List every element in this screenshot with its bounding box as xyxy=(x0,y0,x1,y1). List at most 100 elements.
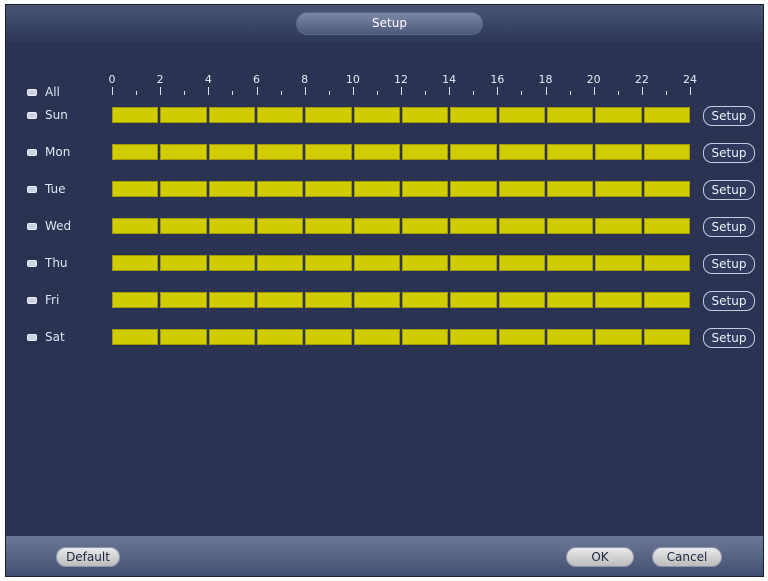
schedule-segment[interactable] xyxy=(305,144,352,160)
day-toggle-fri[interactable]: Fri xyxy=(27,292,59,308)
checkbox[interactable] xyxy=(27,333,37,341)
schedule-segment[interactable] xyxy=(208,107,255,123)
schedule-bar-sun[interactable] xyxy=(112,107,690,123)
schedule-segment[interactable] xyxy=(208,181,255,197)
checkbox[interactable] xyxy=(27,296,37,304)
schedule-segment[interactable] xyxy=(595,292,642,308)
schedule-segment[interactable] xyxy=(450,144,497,160)
schedule-segment[interactable] xyxy=(401,218,449,234)
schedule-segment[interactable] xyxy=(353,144,400,160)
schedule-segment[interactable] xyxy=(643,107,690,123)
schedule-segment[interactable] xyxy=(208,218,255,234)
day-toggle-mon[interactable]: Mon xyxy=(27,144,70,160)
schedule-segment[interactable] xyxy=(160,144,207,160)
schedule-segment[interactable] xyxy=(595,181,642,197)
schedule-segment[interactable] xyxy=(353,292,400,308)
schedule-segment[interactable] xyxy=(546,292,594,308)
schedule-bar-wed[interactable] xyxy=(112,218,690,234)
day-toggle-thu[interactable]: Thu xyxy=(27,255,68,271)
schedule-segment[interactable] xyxy=(112,255,159,271)
schedule-segment[interactable] xyxy=(401,181,449,197)
schedule-segment[interactable] xyxy=(256,255,304,271)
schedule-segment[interactable] xyxy=(546,107,594,123)
day-toggle-sat[interactable]: Sat xyxy=(27,329,65,345)
schedule-segment[interactable] xyxy=(643,181,690,197)
schedule-segment[interactable] xyxy=(643,218,690,234)
schedule-segment[interactable] xyxy=(595,144,642,160)
schedule-segment[interactable] xyxy=(498,255,545,271)
schedule-segment[interactable] xyxy=(450,292,497,308)
schedule-segment[interactable] xyxy=(305,181,352,197)
schedule-segment[interactable] xyxy=(112,107,159,123)
schedule-segment[interactable] xyxy=(353,107,400,123)
schedule-segment[interactable] xyxy=(595,107,642,123)
schedule-segment[interactable] xyxy=(256,329,304,345)
schedule-bar-thu[interactable] xyxy=(112,255,690,271)
default-button[interactable]: Default xyxy=(56,547,120,567)
day-toggle-wed[interactable]: Wed xyxy=(27,218,71,234)
schedule-bar-mon[interactable] xyxy=(112,144,690,160)
schedule-segment[interactable] xyxy=(546,181,594,197)
schedule-segment[interactable] xyxy=(160,107,207,123)
checkbox[interactable] xyxy=(27,222,37,230)
schedule-segment[interactable] xyxy=(160,329,207,345)
schedule-segment[interactable] xyxy=(256,181,304,197)
schedule-segment[interactable] xyxy=(353,218,400,234)
schedule-segment[interactable] xyxy=(595,329,642,345)
schedule-segment[interactable] xyxy=(643,329,690,345)
checkbox[interactable] xyxy=(27,148,37,156)
checkbox[interactable] xyxy=(27,88,37,96)
schedule-segment[interactable] xyxy=(450,329,497,345)
schedule-segment[interactable] xyxy=(595,255,642,271)
schedule-segment[interactable] xyxy=(353,329,400,345)
schedule-segment[interactable] xyxy=(353,255,400,271)
schedule-segment[interactable] xyxy=(208,292,255,308)
schedule-segment[interactable] xyxy=(112,181,159,197)
setup-button-tue[interactable]: Setup xyxy=(703,180,755,200)
schedule-segment[interactable] xyxy=(643,255,690,271)
checkbox[interactable] xyxy=(27,111,37,119)
setup-button-mon[interactable]: Setup xyxy=(703,143,755,163)
all-days-toggle[interactable]: All xyxy=(27,84,60,100)
schedule-segment[interactable] xyxy=(208,144,255,160)
schedule-segment[interactable] xyxy=(643,292,690,308)
schedule-segment[interactable] xyxy=(498,144,545,160)
ok-button[interactable]: OK xyxy=(566,547,634,567)
schedule-segment[interactable] xyxy=(256,144,304,160)
schedule-segment[interactable] xyxy=(160,292,207,308)
schedule-segment[interactable] xyxy=(498,181,545,197)
schedule-segment[interactable] xyxy=(643,144,690,160)
schedule-segment[interactable] xyxy=(401,255,449,271)
schedule-segment[interactable] xyxy=(546,218,594,234)
schedule-segment[interactable] xyxy=(160,255,207,271)
setup-button-thu[interactable]: Setup xyxy=(703,254,755,274)
schedule-segment[interactable] xyxy=(305,255,352,271)
checkbox[interactable] xyxy=(27,185,37,193)
schedule-segment[interactable] xyxy=(450,181,497,197)
schedule-segment[interactable] xyxy=(498,107,545,123)
schedule-segment[interactable] xyxy=(353,181,400,197)
schedule-segment[interactable] xyxy=(305,329,352,345)
schedule-segment[interactable] xyxy=(112,144,159,160)
schedule-segment[interactable] xyxy=(498,218,545,234)
schedule-segment[interactable] xyxy=(208,329,255,345)
setup-button-wed[interactable]: Setup xyxy=(703,217,755,237)
schedule-segment[interactable] xyxy=(305,218,352,234)
schedule-segment[interactable] xyxy=(305,107,352,123)
schedule-segment[interactable] xyxy=(401,107,449,123)
schedule-segment[interactable] xyxy=(256,292,304,308)
setup-button-fri[interactable]: Setup xyxy=(703,291,755,311)
schedule-bar-tue[interactable] xyxy=(112,181,690,197)
schedule-segment[interactable] xyxy=(160,181,207,197)
schedule-segment[interactable] xyxy=(546,144,594,160)
schedule-segment[interactable] xyxy=(595,218,642,234)
schedule-segment[interactable] xyxy=(112,218,159,234)
cancel-button[interactable]: Cancel xyxy=(652,547,722,567)
schedule-segment[interactable] xyxy=(450,218,497,234)
checkbox[interactable] xyxy=(27,259,37,267)
day-toggle-tue[interactable]: Tue xyxy=(27,181,66,197)
schedule-bar-sat[interactable] xyxy=(112,329,690,345)
schedule-segment[interactable] xyxy=(256,218,304,234)
schedule-segment[interactable] xyxy=(546,329,594,345)
schedule-segment[interactable] xyxy=(256,107,304,123)
